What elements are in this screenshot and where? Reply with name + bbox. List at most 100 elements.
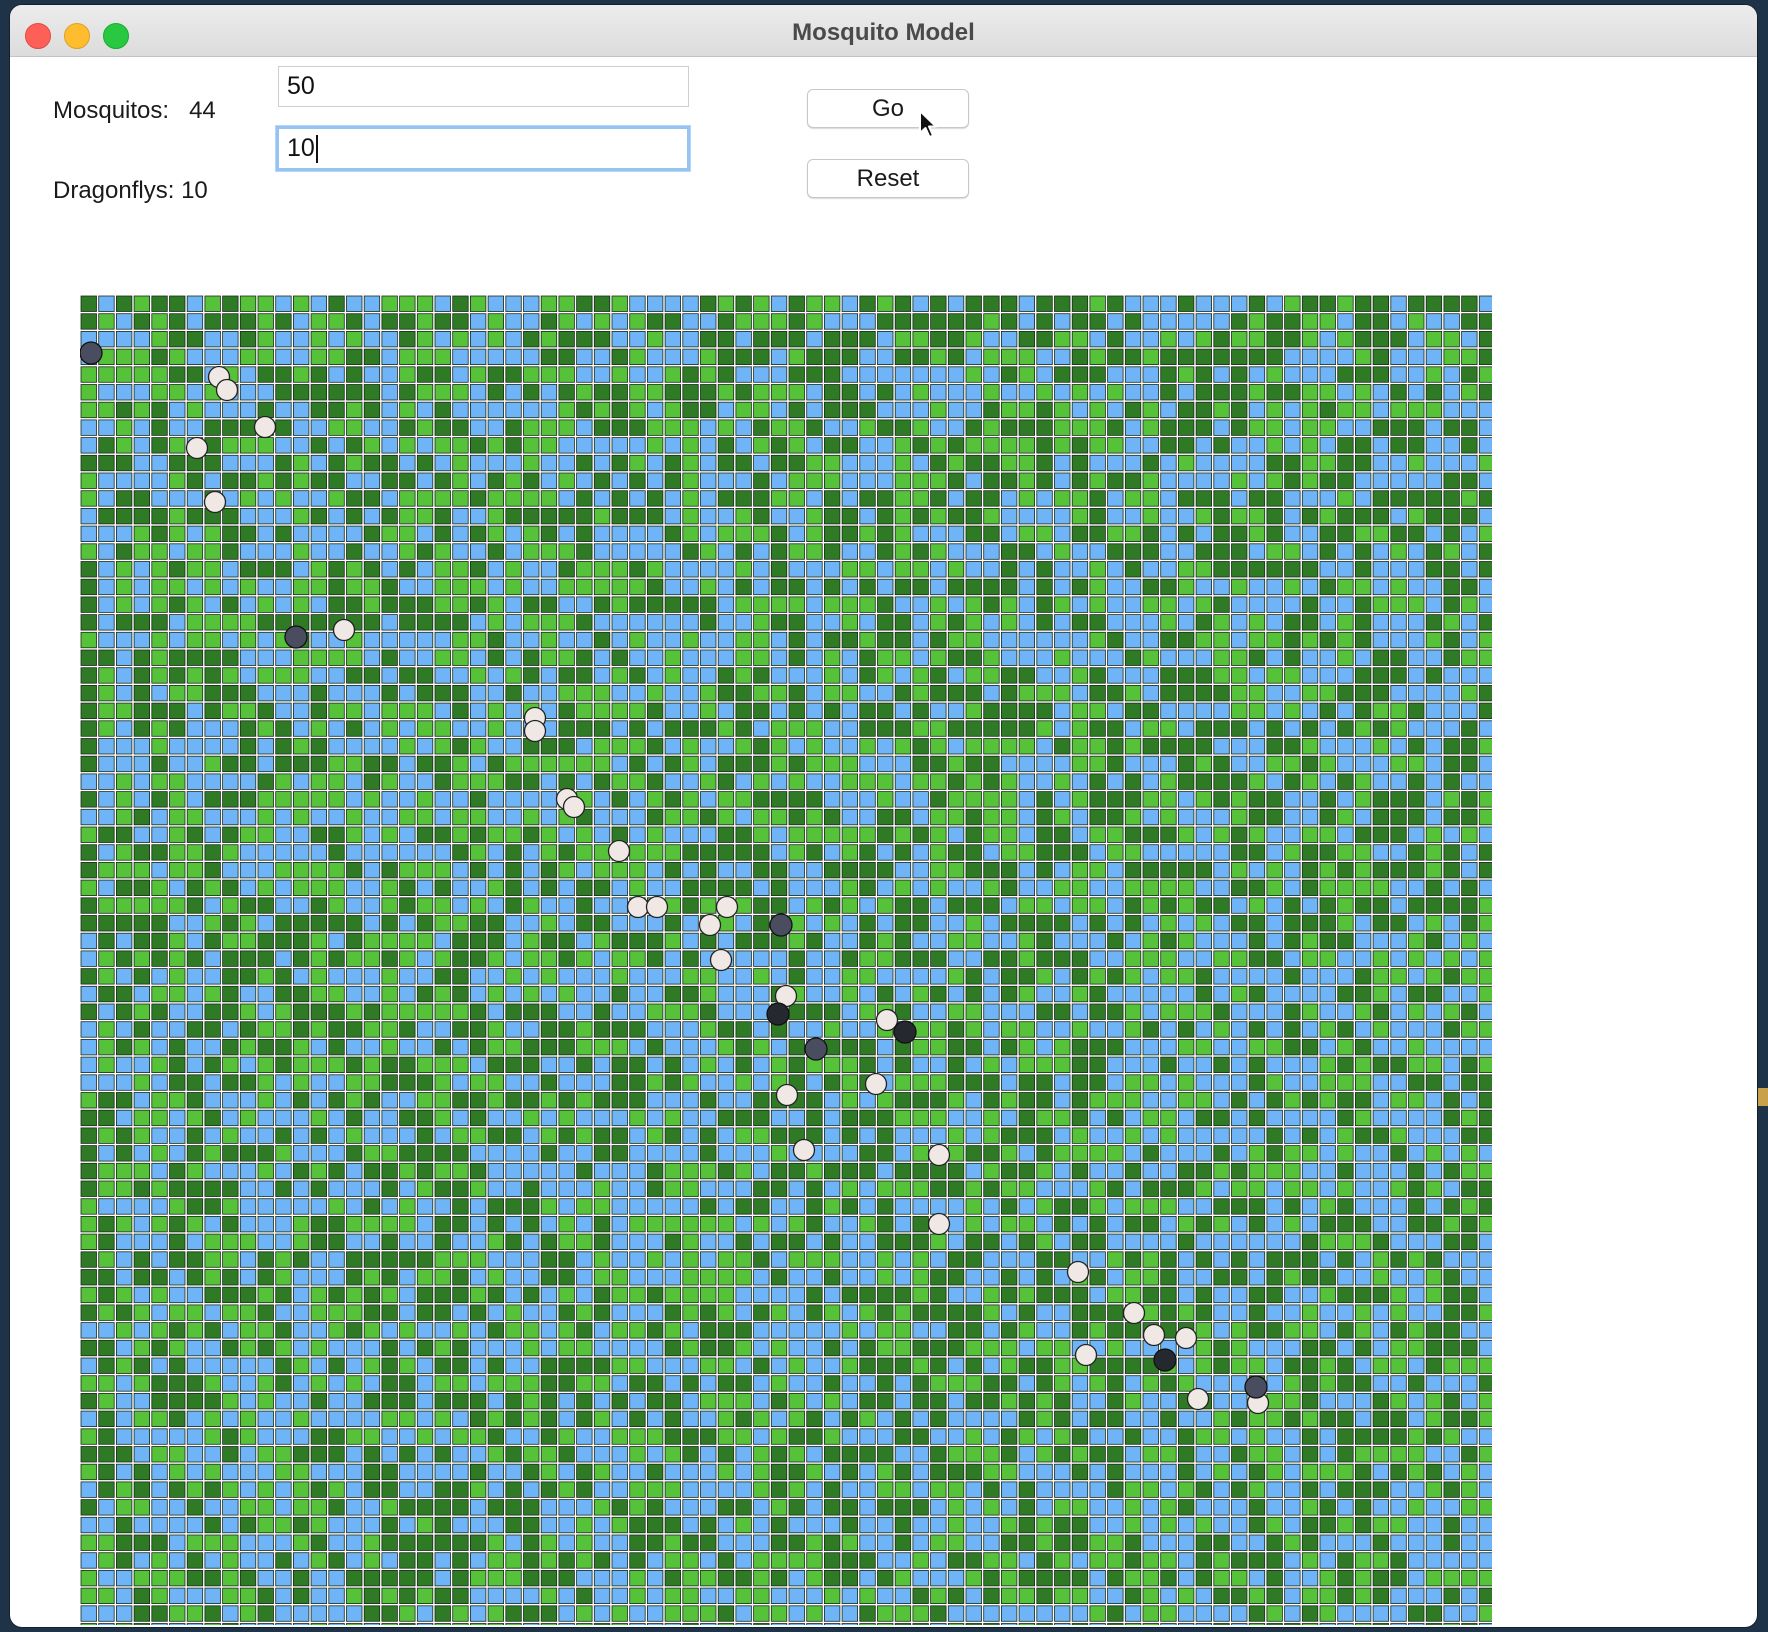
- grid-cell: [1054, 738, 1071, 755]
- grid-cell: [1001, 1233, 1018, 1250]
- grid-cell: [1001, 348, 1018, 365]
- mosquito-count-input[interactable]: 50: [278, 66, 689, 107]
- grid-cell: [1001, 1339, 1018, 1357]
- grid-cell: [576, 897, 593, 914]
- grid-cell: [947, 684, 965, 702]
- grid-cell: [452, 490, 469, 507]
- grid-cell: [965, 1127, 982, 1144]
- grid-cell: [363, 1304, 381, 1321]
- grid-cell: [824, 826, 841, 843]
- grid-cell: [1248, 401, 1266, 419]
- grid-cell: [1178, 384, 1195, 401]
- grid-cell: [239, 649, 257, 666]
- grid-cell: [434, 1251, 451, 1268]
- grid-cell: [363, 862, 381, 879]
- go-button[interactable]: Go: [807, 89, 969, 128]
- grid-cell: [1461, 1074, 1478, 1091]
- grid-cell: [151, 1304, 168, 1321]
- grid-cell: [1408, 1021, 1425, 1038]
- grid-cell: [770, 1375, 788, 1392]
- grid-cell: [1408, 1233, 1425, 1250]
- grid-cell: [346, 1322, 363, 1339]
- grid-cell: [700, 862, 717, 879]
- grid-cell: [1478, 932, 1492, 950]
- grid-cell: [1319, 1180, 1336, 1197]
- grid-cell: [487, 968, 505, 985]
- grid-cell: [1089, 844, 1106, 861]
- grid-cell: [735, 631, 752, 649]
- grid-cell: [381, 1003, 398, 1020]
- grid-cell: [416, 472, 434, 489]
- grid-cell: [1425, 596, 1443, 613]
- grid-cell: [629, 667, 646, 684]
- grid-cell: [735, 862, 752, 879]
- grid-cell: [222, 1162, 239, 1180]
- grid-cell: [717, 720, 735, 737]
- grid-cell: [434, 1039, 451, 1056]
- grid-cell: [416, 490, 434, 507]
- grid-cell: [1319, 454, 1336, 472]
- grid-cell: [1248, 490, 1266, 507]
- grid-cell: [133, 1003, 150, 1020]
- grid-cell: [947, 543, 965, 560]
- grid-cell: [717, 1269, 735, 1286]
- grid-cell: [1390, 578, 1407, 596]
- grid-cell: [292, 561, 310, 578]
- grid-cell: [186, 1393, 204, 1410]
- grid-cell: [1142, 1251, 1159, 1268]
- grid-cell: [841, 490, 858, 507]
- grid-cell: [1089, 862, 1106, 879]
- grid-cell: [151, 897, 168, 914]
- grid-cell: [1284, 702, 1301, 720]
- grid-cell: [1195, 1003, 1212, 1020]
- grid-cell: [257, 720, 274, 737]
- grid-cell: [859, 578, 876, 596]
- grid-cell: [593, 419, 611, 436]
- grid-cell: [1231, 401, 1248, 419]
- grid-cell: [1036, 1039, 1053, 1056]
- grid-cell: [753, 1304, 770, 1321]
- grid-cell: [239, 1109, 257, 1127]
- grid-cell: [558, 543, 575, 560]
- reset-button[interactable]: Reset: [807, 159, 969, 198]
- grid-cell: [169, 1286, 186, 1304]
- grid-cell: [416, 1339, 434, 1357]
- grid-cell: [186, 631, 204, 649]
- grid-cell: [1408, 437, 1425, 454]
- grid-cell: [965, 1269, 982, 1286]
- grid-cell: [1001, 1021, 1018, 1038]
- grid-cell: [593, 932, 611, 950]
- grid-cell: [151, 1056, 168, 1073]
- grid-cell: [611, 1056, 628, 1073]
- grid-cell: [505, 401, 522, 419]
- grid-cell: [186, 1322, 204, 1339]
- grid-cell: [682, 578, 699, 596]
- grid-cell: [647, 578, 664, 596]
- grid-cell: [98, 1109, 115, 1127]
- dragonfly-count-input[interactable]: 10: [276, 126, 690, 171]
- grid-cell: [1160, 1074, 1177, 1091]
- grid-cell: [1195, 1056, 1212, 1073]
- grid-cell: [1107, 1145, 1124, 1162]
- grid-cell: [753, 454, 770, 472]
- grid-cell: [1089, 1269, 1106, 1286]
- grid-cell: [983, 454, 1000, 472]
- grid-cell: [558, 507, 575, 525]
- grid-cell: [1443, 631, 1460, 649]
- grid-cell: [735, 1162, 752, 1180]
- grid-cell: [487, 472, 505, 489]
- grid-cell: [1142, 543, 1159, 560]
- grid-cell: [1142, 1286, 1159, 1304]
- grid-cell: [1319, 1056, 1336, 1073]
- grid-cell: [1355, 1375, 1372, 1392]
- simulation-grid[interactable]: [80, 295, 1492, 1625]
- grid-cell: [222, 702, 239, 720]
- grid-cell: [1355, 525, 1372, 543]
- grid-cell: [965, 1145, 982, 1162]
- grid-cell: [346, 1233, 363, 1250]
- grid-cell: [452, 1092, 469, 1109]
- grid-cell: [1231, 1145, 1248, 1162]
- grid-cell: [1001, 844, 1018, 861]
- grid-cell: [1001, 985, 1018, 1003]
- grid-cell: [700, 897, 717, 914]
